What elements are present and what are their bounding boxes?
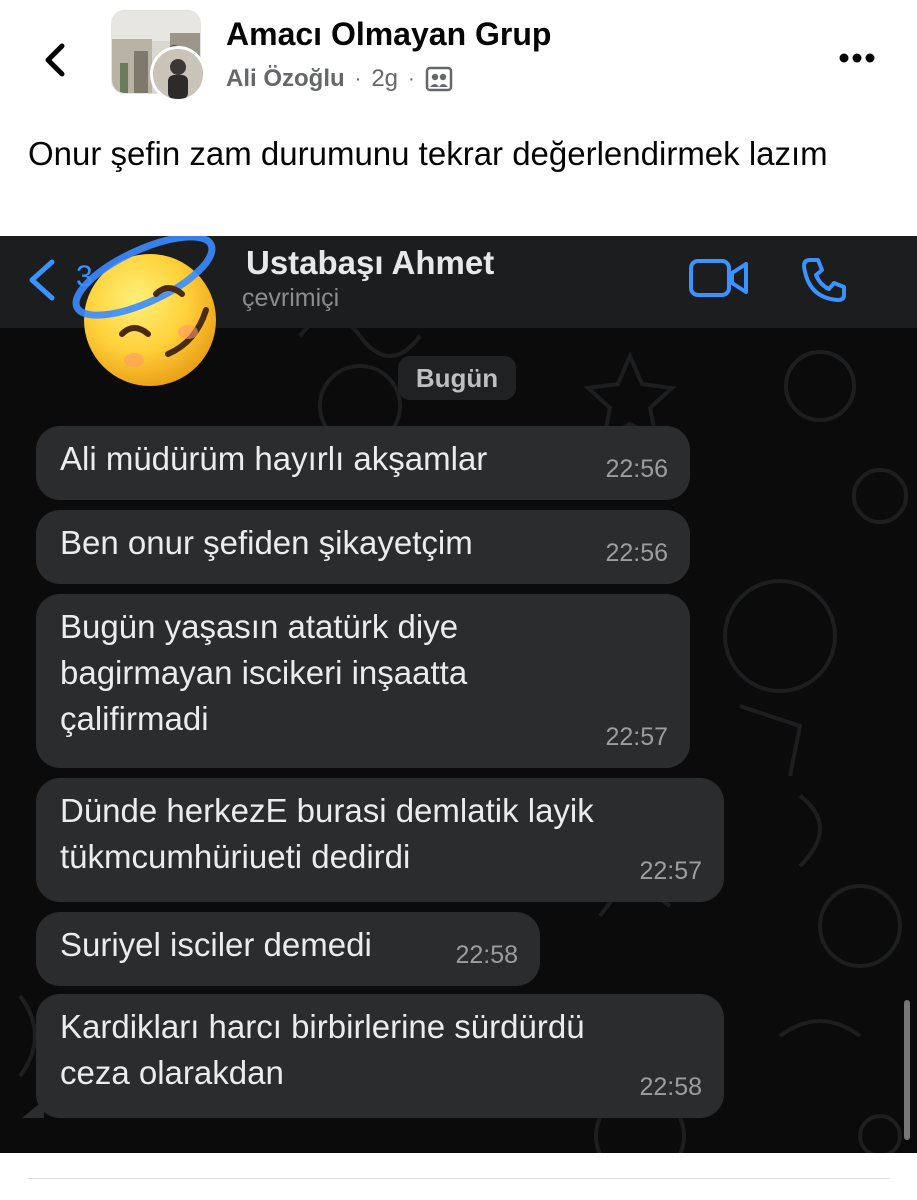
- group-members-icon: [425, 66, 452, 92]
- post-text: Onur şefin zam durumunu tekrar değerlend…: [28, 135, 828, 172]
- message-bubble[interactable]: Bugün yaşasın atatürk diye bagirmayan is…: [36, 594, 690, 768]
- halo-smiling-face-emoji: [64, 236, 232, 396]
- post-header: Amacı Olmayan Grup Ali Özoğlu · 2g ·: [0, 0, 917, 115]
- date-separator: Bugün: [398, 356, 516, 400]
- chat-screenshot-image[interactable]: 3 Ustabaşı Ahmet çevrimiçi Bugün Ali müd…: [0, 236, 917, 1153]
- chevron-left-icon: [45, 43, 65, 77]
- message-time: 22:57: [605, 723, 668, 751]
- author-avatar[interactable]: [150, 46, 206, 102]
- scrollbar[interactable]: [904, 1000, 910, 1140]
- post-time[interactable]: 2g: [371, 65, 398, 93]
- video-call-button[interactable]: [688, 256, 750, 300]
- message-time: 22:58: [455, 941, 518, 969]
- message-bubble[interactable]: Suriyel isciler demedi 22:58: [36, 912, 540, 986]
- message-bubble[interactable]: Kardikları harcı birbirlerine sürdürdü c…: [22, 994, 724, 1118]
- message-text: Suriyel isciler demedi: [60, 926, 372, 963]
- message-text: Ali müdürüm hayırlı akşamlar: [60, 440, 488, 477]
- message-text: Ben onur şefiden şikayetçim: [60, 524, 473, 561]
- message-bubble[interactable]: Dünde herkezE burasi demlatik layik tükm…: [36, 778, 724, 902]
- back-button[interactable]: [28, 30, 88, 90]
- message-text: Dünde herkezE burasi demlatik layik tükm…: [60, 792, 594, 875]
- message-text: Kardikları harcı birbirlerine sürdürdü c…: [60, 1008, 585, 1091]
- chevron-left-icon: [29, 259, 55, 301]
- divider: [28, 1178, 890, 1179]
- ellipsis-icon: [839, 53, 875, 63]
- author-name[interactable]: Ali Özoğlu: [226, 65, 345, 93]
- contact-status: çevrimiçi: [242, 284, 340, 312]
- chat-back-button[interactable]: [24, 258, 64, 302]
- message-text: Bugün yaşasın atatürk diye bagirmayan is…: [60, 608, 468, 737]
- post-meta: Ali Özoğlu · 2g ·: [226, 62, 453, 96]
- video-camera-icon: [689, 259, 748, 297]
- message-time: 22:56: [605, 455, 668, 483]
- message-time: 22:58: [639, 1073, 702, 1101]
- phone-icon: [802, 258, 846, 302]
- separator-dot: ·: [408, 67, 415, 90]
- message-time: 22:56: [605, 539, 668, 567]
- separator-dot: ·: [354, 67, 362, 90]
- group-name[interactable]: Amacı Olmayan Grup: [226, 16, 551, 53]
- more-options-button[interactable]: [826, 38, 886, 78]
- message-bubble[interactable]: Ben onur şefiden şikayetçim 22:56: [36, 510, 690, 584]
- voice-call-button[interactable]: [798, 254, 850, 306]
- message-time: 22:57: [639, 857, 702, 885]
- contact-name[interactable]: Ustabaşı Ahmet: [246, 244, 494, 282]
- message-bubble[interactable]: Ali müdürüm hayırlı akşamlar 22:56: [36, 426, 690, 500]
